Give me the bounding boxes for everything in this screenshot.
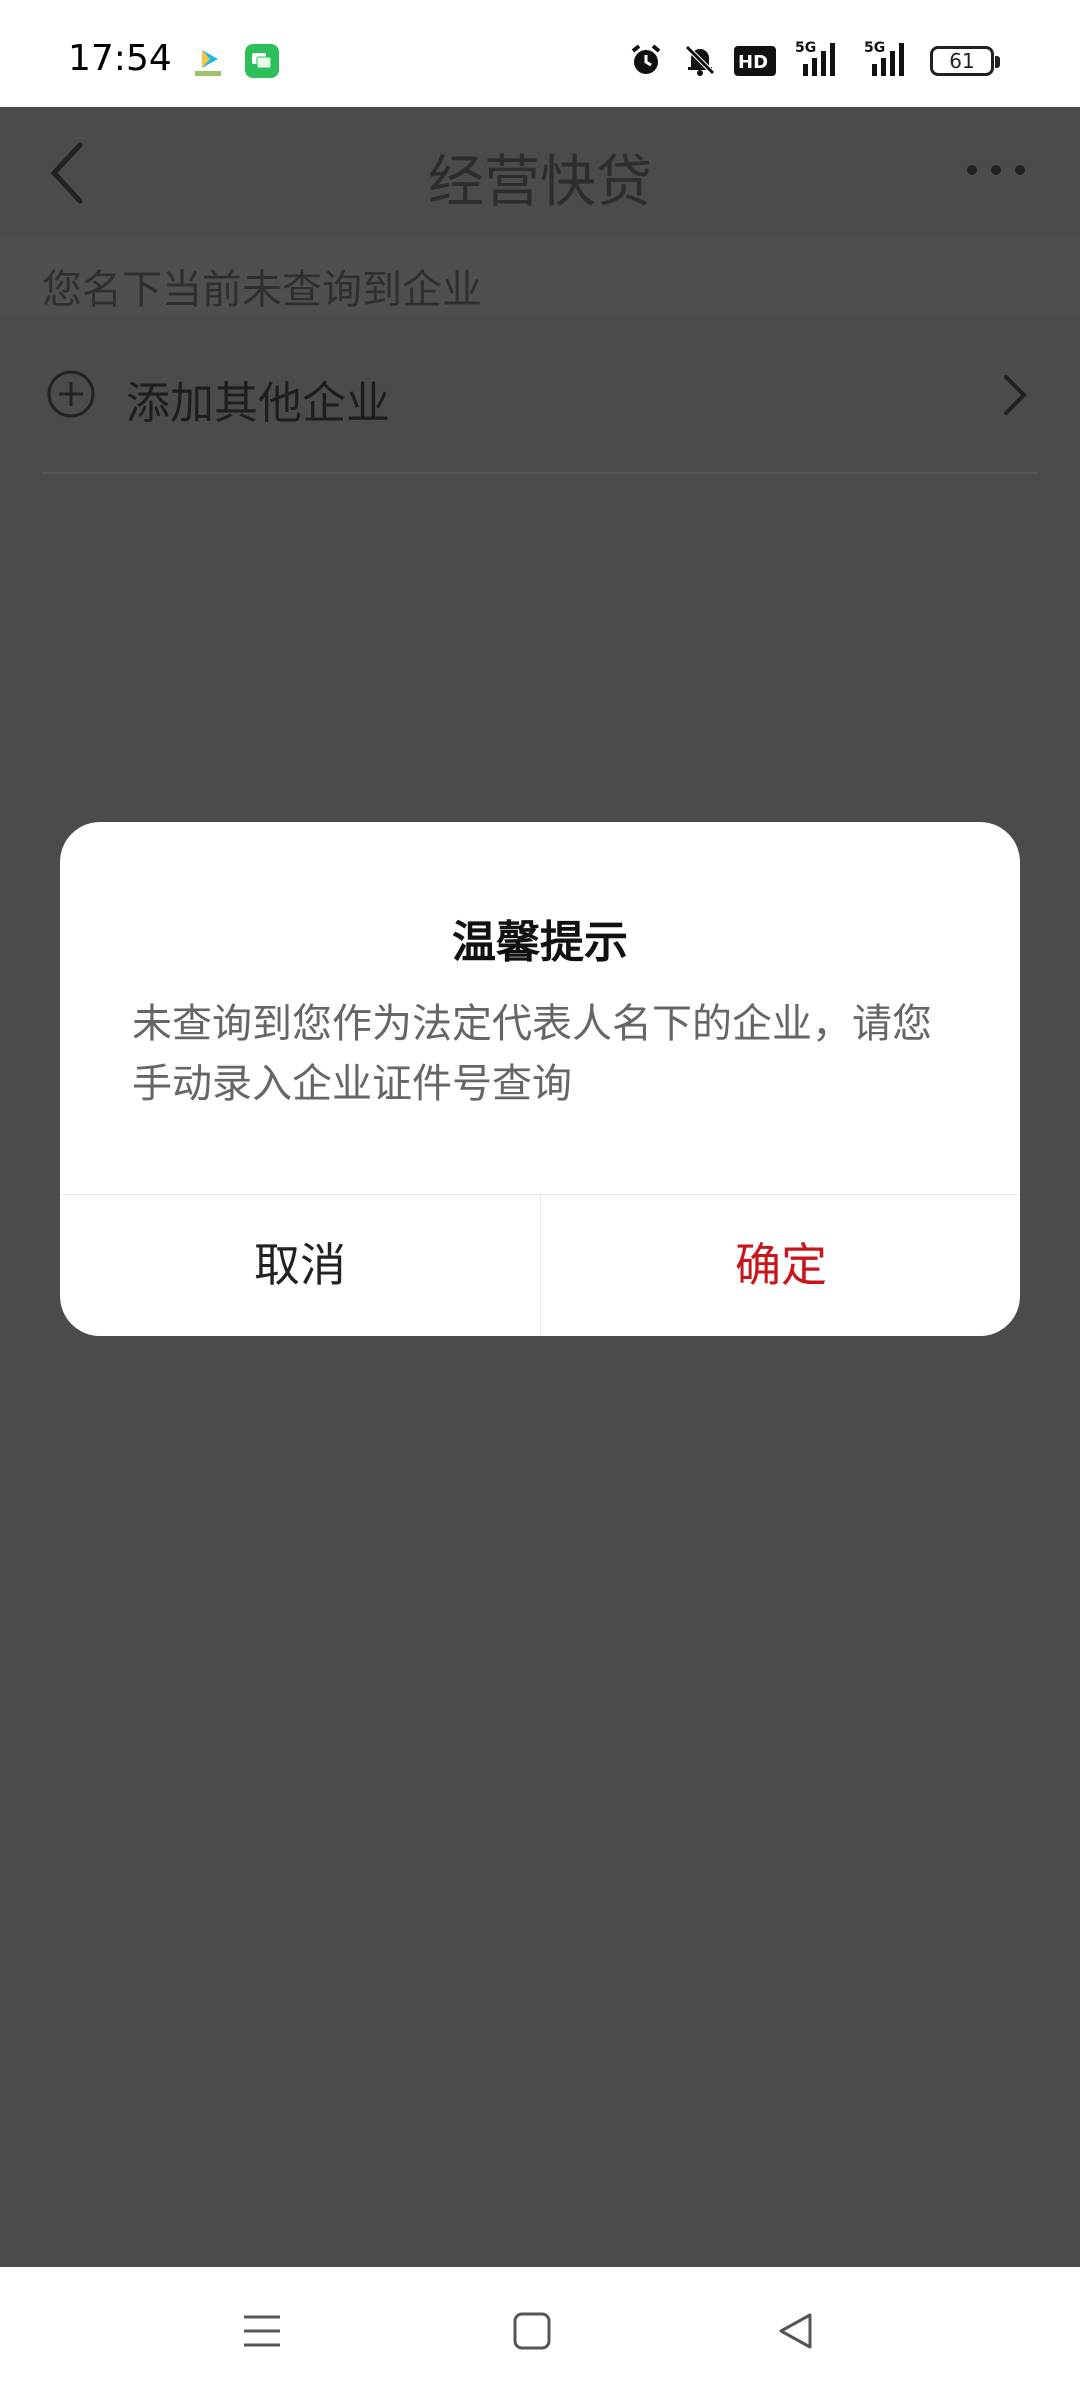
menu-icon[interactable] (242, 2311, 282, 2351)
add-enterprise-row[interactable]: 添加其他企业 (0, 315, 1080, 475)
add-enterprise-label: 添加其他企业 (126, 378, 390, 429)
more-dots-icon (967, 165, 1025, 175)
svg-text:5G: 5G (795, 40, 816, 56)
cancel-button[interactable]: 取消 (60, 1195, 540, 1336)
alarm-icon (628, 42, 664, 82)
confirm-button[interactable]: 确定 (541, 1195, 1020, 1336)
svg-text:5G: 5G (864, 40, 885, 56)
status-bar: 17:54 HD 5G 5G 61 (0, 0, 1080, 107)
hd-icon: HD (734, 46, 776, 80)
status-time: 17:54 (68, 38, 172, 79)
divider (42, 472, 1038, 474)
home-square-icon[interactable] (512, 2311, 552, 2351)
signal-5g-icon: 5G (795, 38, 843, 82)
nav-bar: 经营快贷 (0, 107, 1080, 237)
system-nav-bar (0, 2267, 1080, 2400)
app-chat-icon (245, 44, 279, 78)
more-button[interactable] (960, 155, 1040, 185)
notice-text: 您名下当前未查询到企业 (42, 267, 482, 313)
back-triangle-icon[interactable] (776, 2311, 816, 2351)
page-title: 经营快贷 (428, 150, 652, 215)
signal-5g-icon: 5G (864, 38, 912, 82)
dialog-title: 温馨提示 (452, 917, 628, 968)
battery-level: 61 (949, 49, 975, 73)
svg-text:HD: HD (738, 52, 768, 73)
dialog-message: 未查询到您作为法定代表人名下的企业，请您手动录入企业证件号查询 (132, 1001, 932, 1107)
mute-bell-icon (682, 42, 718, 82)
tip-dialog: 温馨提示 未查询到您作为法定代表人名下的企业，请您手动录入企业证件号查询 取消 … (60, 822, 1020, 1336)
battery-icon: 61 (930, 46, 1000, 76)
plus-circle-icon (46, 369, 96, 419)
app-video-icon (191, 44, 225, 78)
chevron-right-icon (1000, 373, 1030, 417)
notice-strip: 您名下当前未查询到企业 (0, 237, 1080, 315)
